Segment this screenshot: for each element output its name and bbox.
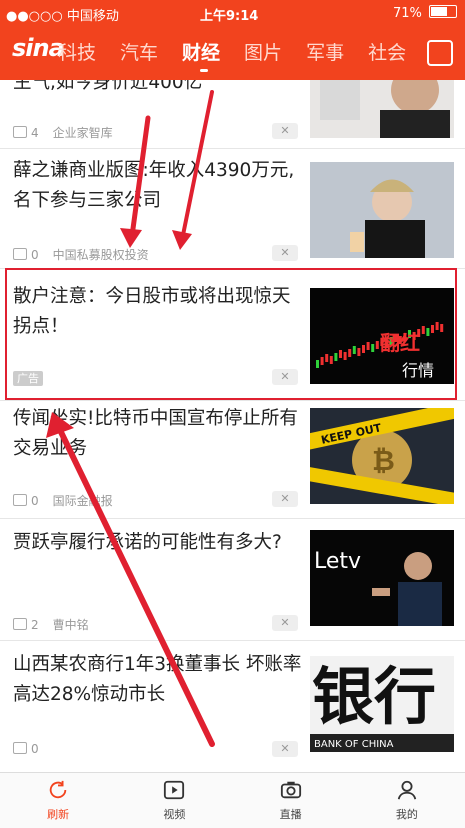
comment-icon (13, 248, 27, 260)
tab-auto[interactable]: 汽车 (120, 38, 158, 68)
comment-count: 0 (31, 248, 39, 262)
sina-logo[interactable]: sina (12, 34, 65, 62)
refresh-icon (49, 780, 67, 799)
nav-label: 刷新 (47, 808, 70, 821)
news-title[interactable]: 贾跃亭履行承诺的可能性有多大? (13, 528, 303, 558)
thumb-logo-text: Letv (314, 549, 361, 574)
comment-count: 0 (31, 494, 39, 508)
comment-icon (13, 618, 27, 630)
news-source: 国际金融报 (52, 494, 113, 508)
news-meta: 0 中国私募股权投资 (13, 246, 149, 263)
top-bar: ●●○○○ 中国移动 上午9:14 71% sina 科技 汽车 财经 图片 军… (0, 0, 465, 80)
news-title[interactable]: 传闻坐实!比特币中国宣布停止所有交易业务 (13, 404, 303, 464)
nav-refresh[interactable]: 刷新 (0, 773, 116, 828)
status-bar: ●●○○○ 中国移动 上午9:14 71% (0, 0, 465, 26)
live-camera-icon (280, 781, 301, 799)
news-source: 中国私募股权投资 (52, 248, 149, 262)
news-source: 曹中铭 (52, 618, 89, 632)
comment-icon (13, 742, 27, 754)
channel-edit-icon[interactable] (427, 40, 453, 66)
list-item[interactable]: 生气,如今身价近400亿 4 企业家智库 ✕ (0, 80, 465, 149)
svg-text:₿: ₿ (372, 444, 395, 477)
nav-live[interactable]: 直播 (233, 773, 349, 828)
list-item[interactable]: 山西某农商行1年3换董事长 坏账率高达28%惊动市长 0 ✕ 银行 BANK O… (0, 640, 465, 772)
list-item[interactable]: 传闻坐实!比特币中国宣布停止所有交易业务 0 国际金融报 ✕ ₿ KEEP OUT (0, 400, 465, 519)
list-item[interactable]: 薛之谦商业版图:年收入4390万元,名下参与三家公司 0 中国私募股权投资 ✕ (0, 148, 465, 269)
carrier-label: ●●○○○ 中国移动 (6, 9, 119, 24)
news-meta: 4 企业家智库 (13, 124, 113, 141)
news-meta: 2 曹中铭 (13, 616, 89, 633)
dismiss-button[interactable]: ✕ (272, 741, 298, 757)
battery-percent: 71% (392, 6, 422, 21)
list-item[interactable]: 贾跃亭履行承诺的可能性有多大? 2 曹中铭 ✕ Letv (0, 518, 465, 641)
dismiss-button[interactable]: ✕ (272, 123, 298, 139)
dismiss-button[interactable]: ✕ (272, 491, 298, 507)
user-icon (397, 780, 417, 800)
news-thumbnail (310, 80, 454, 138)
tab-society[interactable]: 社会 (368, 38, 406, 68)
nav-label: 直播 (279, 808, 302, 821)
news-thumbnail: ₿ KEEP OUT (310, 408, 454, 504)
dismiss-button[interactable]: ✕ (272, 615, 298, 631)
news-feed[interactable]: 生气,如今身价近400亿 4 企业家智库 ✕ 薛之谦商业版图:年收入4390万元,… (0, 80, 465, 772)
comment-icon (13, 126, 27, 138)
nav-label: 视频 (163, 808, 186, 821)
video-icon (164, 780, 185, 800)
tab-photos[interactable]: 图片 (244, 38, 282, 68)
tab-military[interactable]: 军事 (306, 38, 344, 68)
bottom-nav: 刷新 视频 直播 我的 (0, 772, 465, 828)
comment-icon (13, 494, 27, 506)
annotation-highlight-box (5, 268, 457, 400)
news-source: 企业家智库 (52, 126, 113, 140)
thumb-sign-text: 银行 (312, 660, 436, 733)
nav-video[interactable]: 视频 (116, 773, 232, 828)
tab-finance[interactable]: 财经 (182, 38, 220, 72)
battery-status: 71% (393, 5, 457, 21)
comment-count: 4 (31, 126, 39, 140)
thumb-sign-subtext: BANK OF CHINA (314, 739, 394, 750)
news-thumbnail: 银行 BANK OF CHINA (310, 656, 454, 752)
news-thumbnail: Letv (310, 530, 454, 626)
news-title[interactable]: 生气,如今身价近400亿 (13, 80, 303, 98)
clock: 上午9:14 (200, 9, 259, 24)
comment-count: 2 (31, 618, 39, 632)
news-meta: 0 (13, 742, 39, 756)
battery-icon (429, 5, 457, 18)
news-meta: 0 国际金融报 (13, 492, 113, 509)
tab-tech[interactable]: 科技 (58, 38, 96, 68)
news-title[interactable]: 薛之谦商业版图:年收入4390万元,名下参与三家公司 (13, 156, 303, 216)
comment-count: 0 (31, 742, 39, 756)
dismiss-button[interactable]: ✕ (272, 245, 298, 261)
channel-tabs: 科技 汽车 财经 图片 军事 社会 (58, 38, 430, 72)
news-thumbnail (310, 162, 454, 258)
nav-label: 我的 (395, 808, 418, 821)
nav-me[interactable]: 我的 (349, 773, 465, 828)
news-title[interactable]: 山西某农商行1年3换董事长 坏账率高达28%惊动市长 (13, 650, 303, 710)
